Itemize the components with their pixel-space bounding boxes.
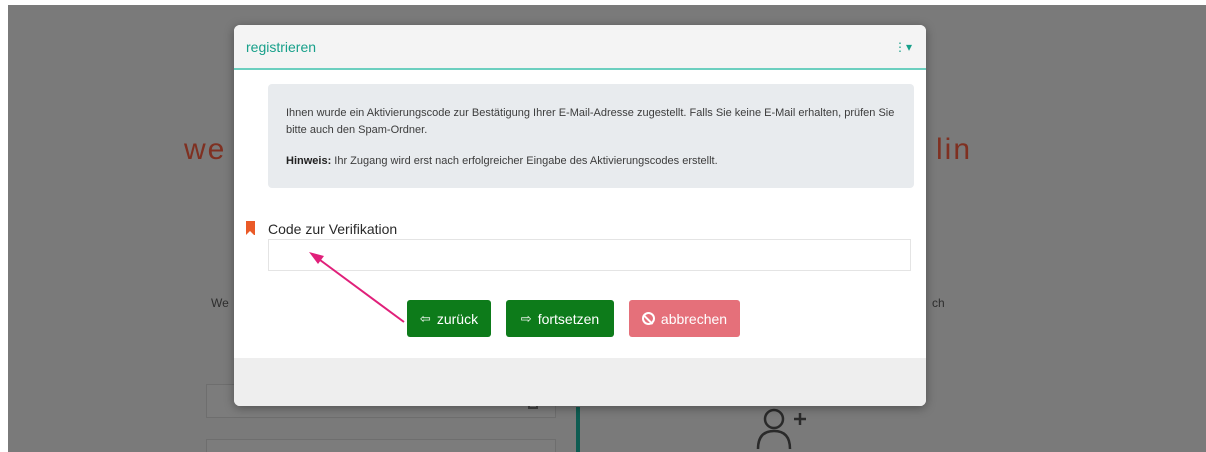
info-text: Ihnen wurde ein Aktivierungscode zur Bes… — [286, 107, 895, 136]
register-dialog: registrieren ⋮▾ Ihnen wurde ein Aktivier… — [234, 25, 926, 406]
dialog-header: registrieren ⋮▾ — [234, 25, 926, 70]
background-title-left: we — [184, 133, 227, 166]
info-alert: Ihnen wurde ein Aktivierungscode zur Bes… — [268, 84, 914, 188]
cancel-button[interactable]: abbrechen — [629, 300, 740, 337]
dialog-title: registrieren — [246, 39, 317, 55]
background-text-right: ch — [932, 296, 945, 310]
background-divider — [576, 407, 580, 452]
hint-label: Hinweis: — [286, 155, 332, 167]
continue-button-label: fortsetzen — [537, 310, 600, 327]
verification-code-input[interactable] — [268, 239, 911, 271]
ban-icon — [641, 312, 655, 325]
background-title-right: lin — [936, 133, 973, 166]
hint-message: Ihr Zugang wird erst nach erfolgreicher … — [331, 155, 718, 167]
arrow-right-icon: ⇨ — [520, 311, 532, 326]
hint-text: Hinweis: Ihr Zugang wird erst nach erfol… — [286, 153, 896, 170]
background-text-left: We — [211, 296, 229, 310]
bookmark-icon — [246, 221, 255, 235]
kebab-menu-icon[interactable]: ⋮▾ — [894, 40, 912, 54]
dialog-footer — [234, 358, 926, 406]
cancel-button-label: abbrechen — [660, 310, 728, 327]
verification-code-label: Code zur Verifikation — [268, 221, 398, 237]
add-user-icon — [756, 408, 806, 449]
arrow-left-icon: ⇦ — [419, 311, 431, 326]
background-input-2 — [206, 439, 556, 452]
continue-button[interactable]: ⇨ fortsetzen — [506, 300, 614, 337]
back-button[interactable]: ⇦ zurück — [407, 300, 491, 337]
back-button-label: zurück — [436, 310, 479, 327]
